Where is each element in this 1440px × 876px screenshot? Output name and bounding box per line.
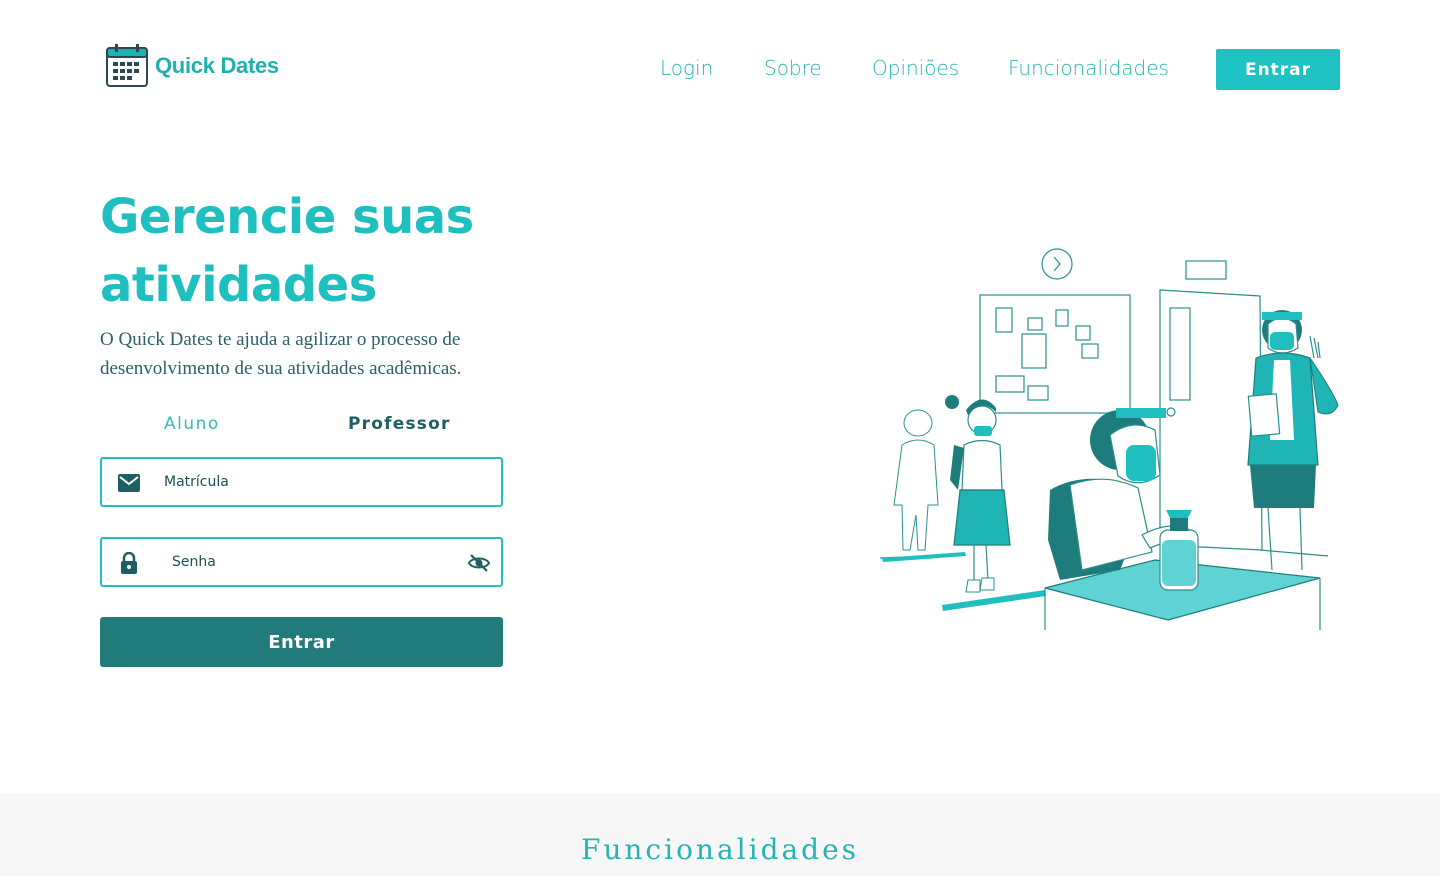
features-title: Funcionalidades	[580, 833, 860, 866]
nav-login[interactable]: Login	[660, 56, 713, 80]
eye-off-icon[interactable]	[467, 551, 491, 575]
envelope-icon	[118, 472, 140, 494]
hero-subtitle: O Quick Dates te ajuda a agilizar o proc…	[100, 329, 462, 379]
classroom-illustration	[879, 248, 1339, 630]
brand-name: Quick Dates	[155, 53, 279, 78]
lock-icon	[118, 552, 140, 574]
hero-title: Gerencie suas atividades	[100, 189, 474, 313]
nav-funcionalidades[interactable]: Funcionalidades	[1008, 56, 1169, 80]
header-entrar-button[interactable]: Entrar	[1216, 49, 1340, 90]
nav-sobre[interactable]: Sobre	[764, 56, 822, 80]
header: Quick Dates Login Sobre Opiniões Funcion…	[0, 0, 1440, 140]
matricula-field	[100, 457, 503, 507]
brand-logo[interactable]: Quick Dates	[105, 44, 279, 88]
senha-input[interactable]	[172, 549, 472, 575]
features-section: Funcionalidades	[0, 793, 1440, 876]
login-type-tabs: Aluno Professor	[100, 414, 502, 440]
calendar-icon	[106, 44, 148, 87]
nav-opinioes[interactable]: Opiniões	[872, 56, 959, 80]
tab-professor[interactable]: Professor	[348, 414, 451, 434]
tab-aluno[interactable]: Aluno	[164, 414, 220, 434]
matricula-input[interactable]	[164, 469, 464, 495]
entrar-submit-button[interactable]: Entrar	[100, 617, 503, 667]
senha-field	[100, 537, 503, 587]
